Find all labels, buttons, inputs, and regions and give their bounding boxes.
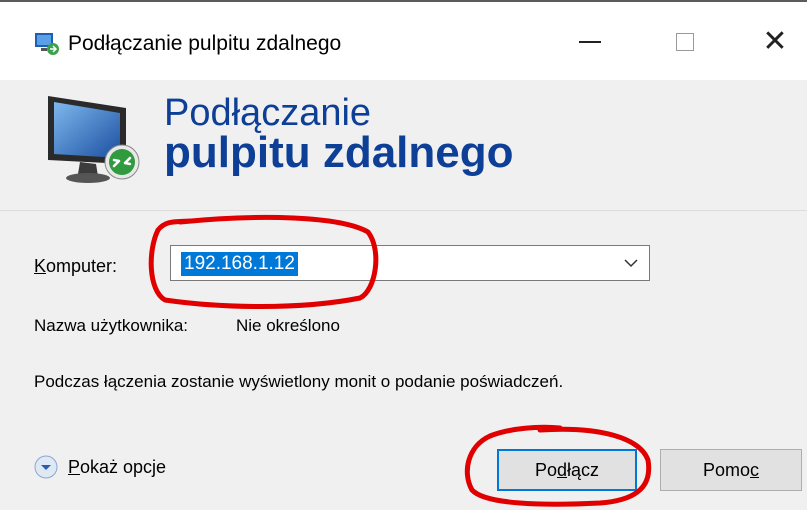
maximize-button[interactable] <box>655 20 715 64</box>
credentials-info-text: Podczas łączenia zostanie wyświetlony mo… <box>34 372 564 391</box>
help-label-pre: Pomo <box>702 459 751 480</box>
help-label-accel: c <box>750 459 760 480</box>
show-options-rest: okaż opcje <box>80 456 167 477</box>
title-bar[interactable]: Podłączanie pulpitu zdalnego ✕ <box>0 2 807 80</box>
window-title: Podłączanie pulpitu zdalnego <box>68 32 342 55</box>
connect-label-post: łącz <box>567 459 600 480</box>
connect-label-accel: d <box>557 459 568 480</box>
remote-desktop-app-icon <box>35 33 59 55</box>
show-options-label: Pokaż opcje <box>68 457 166 478</box>
computer-label-rest: omputer: <box>46 256 118 276</box>
help-button[interactable]: Pomo c <box>660 449 802 491</box>
banner-title-line2: pulpitu zdalnego <box>164 128 514 177</box>
computer-label-accel: K <box>34 256 47 276</box>
maximize-icon <box>676 33 694 51</box>
computer-label: Komputer: <box>34 256 117 277</box>
show-options-accel: P <box>68 456 81 477</box>
monitor-icon <box>48 96 140 183</box>
computer-combobox[interactable]: 192.168.1.12 <box>170 245 650 281</box>
show-options-button[interactable]: Pokaż opcje <box>34 455 166 479</box>
minimize-icon <box>579 41 601 43</box>
expand-options-icon <box>34 455 58 479</box>
username-value: Nie określono <box>236 316 340 335</box>
chevron-down-icon[interactable] <box>623 255 639 271</box>
minimize-button[interactable] <box>560 20 620 64</box>
close-button[interactable]: ✕ <box>745 20 805 64</box>
computer-input-value[interactable]: 192.168.1.12 <box>181 252 298 276</box>
close-icon: ✕ <box>762 24 788 59</box>
connect-label-pre: Po <box>534 459 557 480</box>
connect-button[interactable]: Po d łącz <box>497 449 637 491</box>
username-label: Nazwa użytkownika: <box>34 316 189 335</box>
